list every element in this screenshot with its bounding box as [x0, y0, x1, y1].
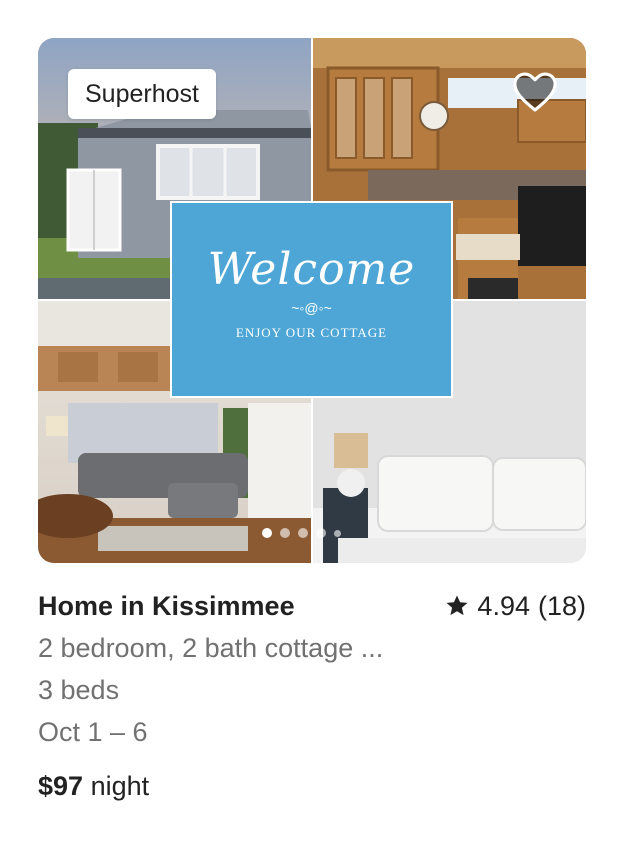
listing-description: 2 bedroom, 2 bath cottage ... — [38, 633, 384, 663]
carousel-dot[interactable] — [280, 528, 290, 538]
carousel-dot[interactable] — [316, 528, 326, 538]
carousel-dot[interactable] — [262, 528, 272, 538]
price-amount: $97 — [38, 771, 84, 801]
welcome-subtitle: ENJOY OUR COTTAGE — [235, 325, 388, 340]
listing-photo[interactable]: Superhost Welcome ~◦@◦~ ENJOY OUR COTTAG… — [38, 38, 586, 563]
listing-title[interactable]: Home in Kissimmee — [38, 591, 295, 622]
welcome-sign: Welcome ~◦@◦~ ENJOY OUR COTTAGE — [170, 201, 453, 398]
carousel-dot[interactable] — [334, 529, 341, 537]
welcome-title: Welcome — [207, 244, 416, 295]
heart-icon[interactable] — [512, 71, 558, 113]
price: $97 night — [38, 769, 586, 803]
welcome-ornament: ~◦@◦~ — [291, 300, 332, 316]
available-dates: Oct 1 – 6 — [38, 717, 148, 747]
star-icon — [446, 595, 468, 616]
listing-info: Home in Kissimmee 4.94 (18) 2 bedroom, 2… — [38, 589, 586, 803]
rating-value: 4.94 — [477, 590, 530, 621]
rating: 4.94 (18) — [445, 591, 586, 622]
carousel-dot[interactable] — [298, 528, 308, 538]
review-count: (18) — [537, 590, 586, 621]
beds-count: 3 beds — [38, 675, 120, 705]
superhost-badge: Superhost — [68, 69, 216, 119]
carousel-indicator — [262, 527, 341, 539]
title-row: Home in Kissimmee 4.94 (18) — [38, 589, 586, 623]
listing-card[interactable]: Superhost Welcome ~◦@◦~ ENJOY OUR COTTAG… — [38, 38, 586, 803]
price-unit: night — [90, 771, 150, 801]
